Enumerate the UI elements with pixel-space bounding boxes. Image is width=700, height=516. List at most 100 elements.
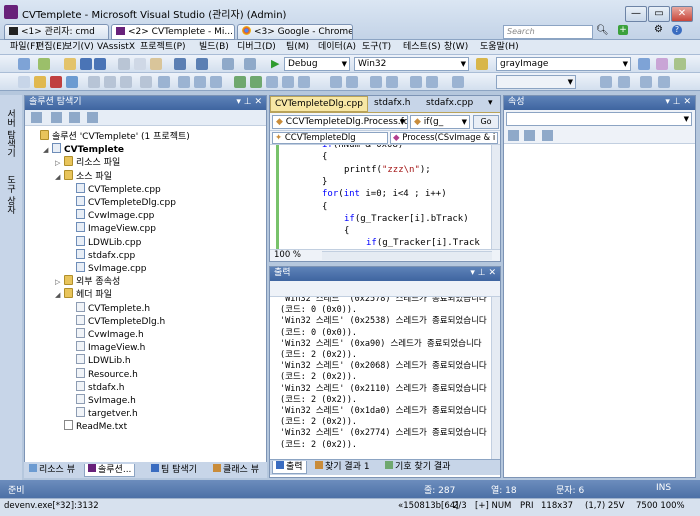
menu-item-12[interactable]: 도움말(H) — [480, 41, 519, 54]
search-icon[interactable]: 🔍︎ — [596, 25, 609, 36]
tree-file[interactable]: SvImage.h — [67, 394, 136, 407]
add-item-icon[interactable] — [38, 58, 50, 70]
alphabetical-icon[interactable] — [524, 130, 535, 141]
tree-file[interactable]: CvwImage.h — [67, 328, 144, 341]
config-select[interactable]: Debug ▼ — [284, 57, 350, 71]
object-select[interactable]: ▼ — [506, 112, 692, 126]
view-class-diagram-icon[interactable] — [87, 112, 98, 123]
output-vscroll[interactable] — [491, 297, 500, 459]
tree-solution-root[interactable]: 솔루션 'CVTemplete' (1 프로젝트) — [31, 130, 190, 143]
close-button[interactable]: ✕ — [671, 6, 693, 22]
save-icon[interactable] — [80, 58, 92, 70]
start-debug-icon[interactable]: ▶ — [271, 57, 279, 70]
minimize-button[interactable]: — — [625, 6, 647, 22]
maximize-button[interactable]: ▭ — [648, 6, 670, 22]
tab-output[interactable]: 출력 — [272, 461, 307, 474]
tree-file[interactable]: LDWLib.cpp — [67, 235, 141, 249]
va-icon-3[interactable] — [50, 76, 62, 88]
layout-icon-5[interactable] — [410, 76, 422, 88]
tree-file[interactable]: ReadMe.txt — [55, 420, 127, 433]
expander-icon[interactable]: ◢ — [55, 171, 64, 183]
tree-file[interactable]: CVTemplete.h — [67, 301, 150, 315]
navigate-back-icon[interactable] — [222, 58, 234, 70]
paste-icon[interactable] — [150, 58, 162, 70]
tree-file[interactable]: ImageView.cpp — [67, 222, 156, 235]
expander-icon[interactable]: ▷ — [55, 157, 64, 169]
editor-vscroll[interactable] — [491, 145, 500, 249]
tree-folder-headers[interactable]: ◢ 헤더 파일 — [55, 288, 112, 301]
class-select[interactable]: ✦ CCVTempleteDlg — [272, 132, 388, 144]
layout-icon-6[interactable] — [426, 76, 438, 88]
va-icon-2[interactable] — [34, 76, 46, 88]
tab-list-dropdown-icon[interactable]: ▾ — [488, 98, 493, 108]
tree-file[interactable]: CVTempleteDlg.h — [67, 314, 165, 328]
comment-icon[interactable] — [120, 76, 132, 88]
clear-bookmark-icon[interactable] — [210, 76, 222, 88]
open-file-icon[interactable] — [64, 58, 76, 70]
redo-icon[interactable] — [196, 58, 208, 70]
layout-icon-11[interactable] — [658, 76, 670, 88]
menu-item-5[interactable]: 빌드(B) — [199, 41, 229, 54]
menu-item-2[interactable]: 보기(V) — [64, 41, 94, 54]
expander-icon[interactable]: ◢ — [55, 289, 64, 301]
tree-file[interactable]: Resource.h — [67, 367, 138, 381]
tree-file[interactable]: ImageView.h — [67, 341, 145, 354]
show-all-files-icon[interactable] — [51, 112, 62, 123]
va-icon-1[interactable] — [18, 76, 30, 88]
layout-icon-8[interactable] — [600, 76, 612, 88]
add-icon[interactable]: + — [618, 25, 628, 35]
tab-cvtempletedlg-cpp[interactable]: CVTempleteDlg.cpp — [270, 96, 368, 112]
menu-item-4[interactable]: 프로젝트(P) — [140, 41, 186, 54]
layout-icon-9[interactable] — [618, 76, 630, 88]
uncomment-icon[interactable] — [140, 76, 152, 88]
refresh-icon[interactable] — [69, 112, 80, 123]
bookmark-icon[interactable] — [158, 76, 170, 88]
tree-folder-sources[interactable]: ◢ 소스 파일 — [55, 169, 112, 183]
next-bookmark-icon[interactable] — [194, 76, 206, 88]
rebuild-icon[interactable] — [250, 76, 262, 88]
navigate-forward-icon[interactable] — [244, 58, 256, 70]
tree-file[interactable]: SvImage.cpp — [67, 262, 146, 275]
menu-item-11[interactable]: 창(W) — [444, 41, 468, 54]
tree-folder-resources[interactable]: ▷ 리소스 파일 — [55, 156, 120, 169]
expander-icon[interactable]: ▷ — [55, 276, 64, 288]
prev-bookmark-icon[interactable] — [178, 76, 190, 88]
cut-icon[interactable] — [118, 58, 130, 70]
output-text[interactable]: 'Win32 스레드' (0x2578) 스레드가 종료되었습니다 (코드: 0 … — [270, 297, 500, 459]
align-right-icon[interactable] — [298, 76, 310, 88]
property-pages-icon[interactable] — [542, 130, 553, 141]
tab-stdafx-cpp[interactable]: stdafx.cpp — [422, 96, 477, 112]
server-explorer-tab[interactable]: 서버 탐색기 — [4, 109, 17, 157]
tab-find-symbol-results[interactable]: 기호 찾기 결과 — [382, 461, 453, 474]
tree-file[interactable]: CvwImage.cpp — [67, 209, 154, 222]
panel-pin-close-icons[interactable]: ▾ ⊥ ✕ — [236, 96, 262, 109]
scope-select[interactable]: ◆ CCVTempleteDlg.Process.fo ▼ — [272, 115, 408, 129]
tab-resource-view[interactable]: 리소스 뷰 — [26, 464, 78, 477]
tab-class-view[interactable]: 클래스 뷰 — [210, 464, 262, 477]
task-tab-chrome[interactable]: <3> Google - Chrome — [237, 24, 353, 40]
tree-folder-external[interactable]: ▷ 외부 종속성 — [55, 275, 120, 288]
layout-icon-4[interactable] — [386, 76, 398, 88]
tree-file[interactable]: targetver.h — [67, 407, 138, 420]
method-select[interactable]: ◆ Process(CSvImage & i — [390, 132, 498, 144]
tab-team-explorer[interactable]: 팀 탐색기 — [148, 464, 200, 477]
menu-item-10[interactable]: 테스트(S) — [403, 41, 441, 54]
platform-select[interactable]: Win32 ▼ — [354, 57, 469, 71]
settings-icon[interactable]: ⚙ — [654, 24, 663, 35]
layout-icon-3[interactable] — [370, 76, 382, 88]
save-all-icon[interactable] — [94, 58, 106, 70]
toolbox-icon[interactable] — [674, 58, 686, 70]
find-input[interactable]: grayImage ▼ — [496, 57, 631, 71]
align-center-icon[interactable] — [282, 76, 294, 88]
search-input[interactable]: Search — [503, 25, 593, 39]
solution-explorer-icon[interactable] — [638, 58, 650, 70]
new-project-icon[interactable] — [18, 58, 30, 70]
copy-icon[interactable] — [134, 58, 146, 70]
go-button[interactable]: Go — [473, 115, 499, 129]
tab-solution-explorer[interactable]: 솔루션... — [84, 464, 136, 477]
zoom-select[interactable]: 100 % — [274, 250, 301, 261]
help-icon[interactable]: ? — [672, 25, 682, 35]
tree-project[interactable]: ◢ CVTemplete — [43, 143, 124, 156]
menu-item-9[interactable]: 도구(T) — [362, 41, 391, 54]
outdent-icon[interactable] — [104, 76, 116, 88]
